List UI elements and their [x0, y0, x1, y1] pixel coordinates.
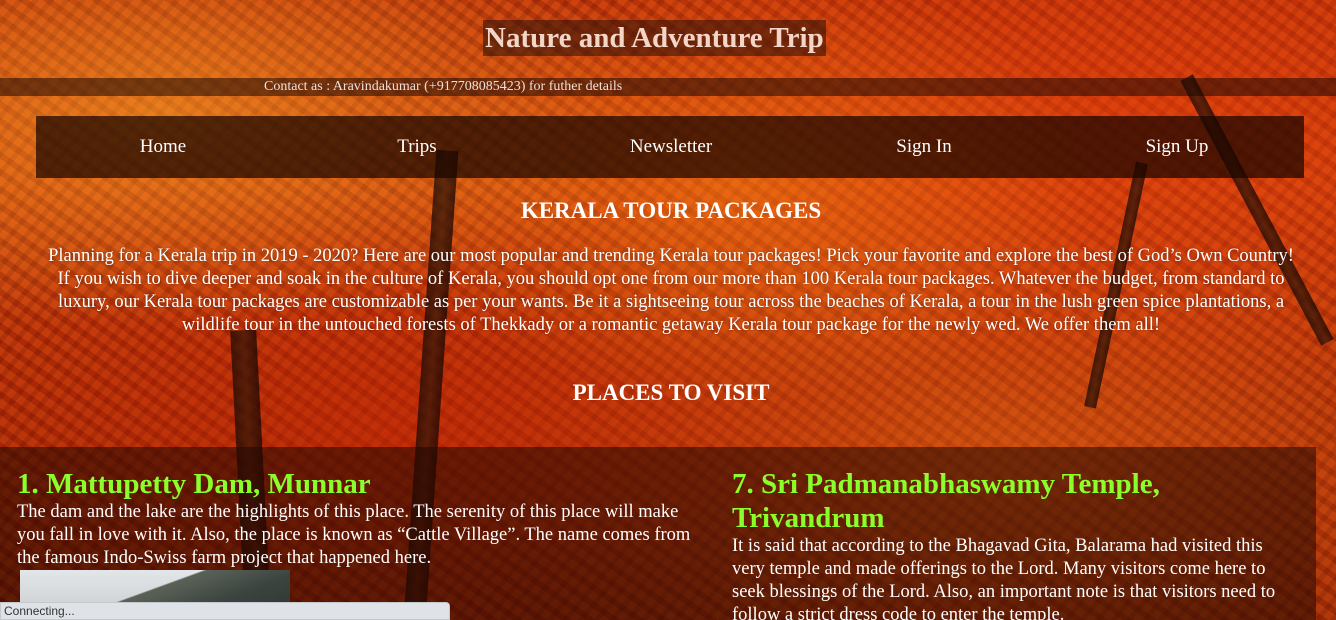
intro-paragraph: Planning for a Kerala trip in 2019 - 202… — [48, 246, 1294, 335]
main-nav: Home Trips Newsletter Sign In Sign Up — [36, 116, 1304, 178]
nav-trips-link[interactable]: Trips — [290, 116, 544, 178]
site-title: Nature and Adventure Trip — [483, 20, 826, 56]
place-description: It is said that according to the Bhagava… — [732, 536, 1276, 620]
contact-text: Contact as : Aravindakumar (+91770808542… — [264, 79, 623, 94]
place-card: 7. Sri Padmanabhaswamy Temple, Trivandru… — [732, 467, 1292, 620]
places-heading: PLACES TO VISIT — [572, 380, 770, 405]
place-description: The dam and the lake are the highlights … — [17, 502, 691, 568]
places-panel: 1. Mattupetty Dam, Munnar The dam and th… — [0, 447, 1316, 620]
contact-bar: Contact as : Aravindakumar (+91770808542… — [0, 78, 1336, 96]
place-title: 1. Mattupetty Dam, Munnar — [17, 468, 371, 500]
nav-sign-up-link[interactable]: Sign Up — [1050, 116, 1304, 178]
nav-home-link[interactable]: Home — [36, 116, 290, 178]
nav-sign-in-link[interactable]: Sign In — [797, 116, 1051, 178]
nav-newsletter-link[interactable]: Newsletter — [544, 116, 798, 178]
packages-heading: KERALA TOUR PACKAGES — [520, 198, 822, 223]
place-card: 1. Mattupetty Dam, Munnar The dam and th… — [17, 467, 697, 570]
place-title: 7. Sri Padmanabhaswamy Temple, Trivandru… — [732, 468, 1160, 534]
browser-status-bar: Connecting... — [0, 602, 450, 620]
